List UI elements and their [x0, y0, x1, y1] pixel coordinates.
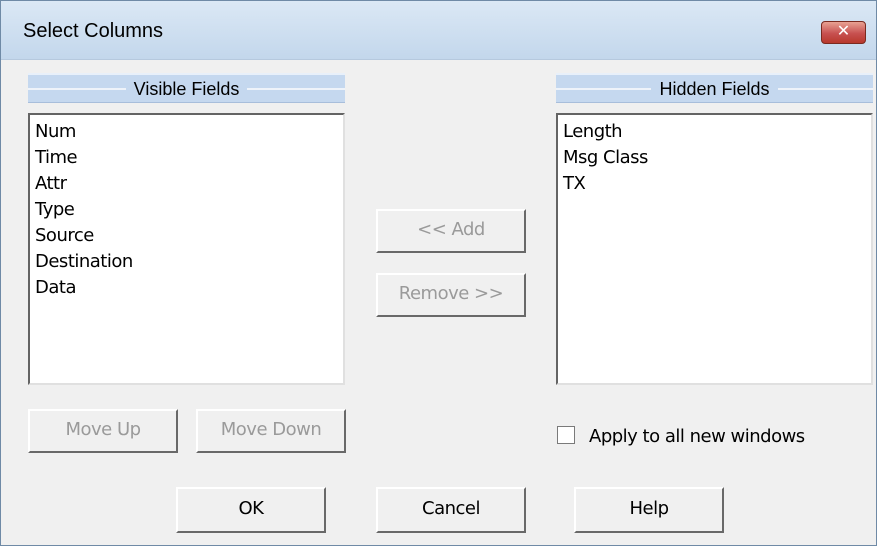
move-up-button[interactable]: Move Up: [28, 409, 178, 453]
list-item[interactable]: Attr: [35, 171, 338, 197]
select-columns-dialog: Select Columns ✕ Visible Fields Num Time…: [0, 0, 877, 546]
dialog-title: Select Columns: [23, 20, 164, 42]
add-button[interactable]: << Add: [376, 209, 526, 253]
help-button[interactable]: Help: [574, 487, 724, 533]
list-item[interactable]: TX: [563, 171, 866, 197]
list-item[interactable]: Time: [35, 145, 338, 171]
visible-fields-label: Visible Fields: [125, 79, 248, 99]
close-icon: ✕: [836, 23, 851, 40]
hidden-fields-list[interactable]: Length Msg Class TX: [556, 113, 873, 385]
list-item[interactable]: Length: [563, 119, 866, 145]
apply-to-all-checkbox[interactable]: [557, 426, 575, 444]
cancel-button[interactable]: Cancel: [376, 487, 526, 533]
ok-button[interactable]: OK: [176, 487, 326, 533]
hidden-fields-header: Hidden Fields: [556, 73, 873, 103]
list-item[interactable]: Data: [35, 275, 338, 301]
close-button[interactable]: ✕: [821, 21, 866, 44]
list-item[interactable]: Source: [35, 223, 338, 249]
visible-fields-header: Visible Fields: [28, 73, 345, 103]
list-item[interactable]: Type: [35, 197, 338, 223]
list-item[interactable]: Num: [35, 119, 338, 145]
visible-fields-list[interactable]: Num Time Attr Type Source Destination Da…: [28, 113, 345, 385]
list-item[interactable]: Msg Class: [563, 145, 866, 171]
move-down-button[interactable]: Move Down: [196, 409, 346, 453]
remove-button[interactable]: Remove >>: [376, 273, 526, 317]
apply-to-all-label[interactable]: Apply to all new windows: [589, 426, 805, 447]
list-item[interactable]: Destination: [35, 249, 338, 275]
title-bar[interactable]: Select Columns ✕: [1, 1, 876, 60]
hidden-fields-label: Hidden Fields: [651, 79, 778, 99]
